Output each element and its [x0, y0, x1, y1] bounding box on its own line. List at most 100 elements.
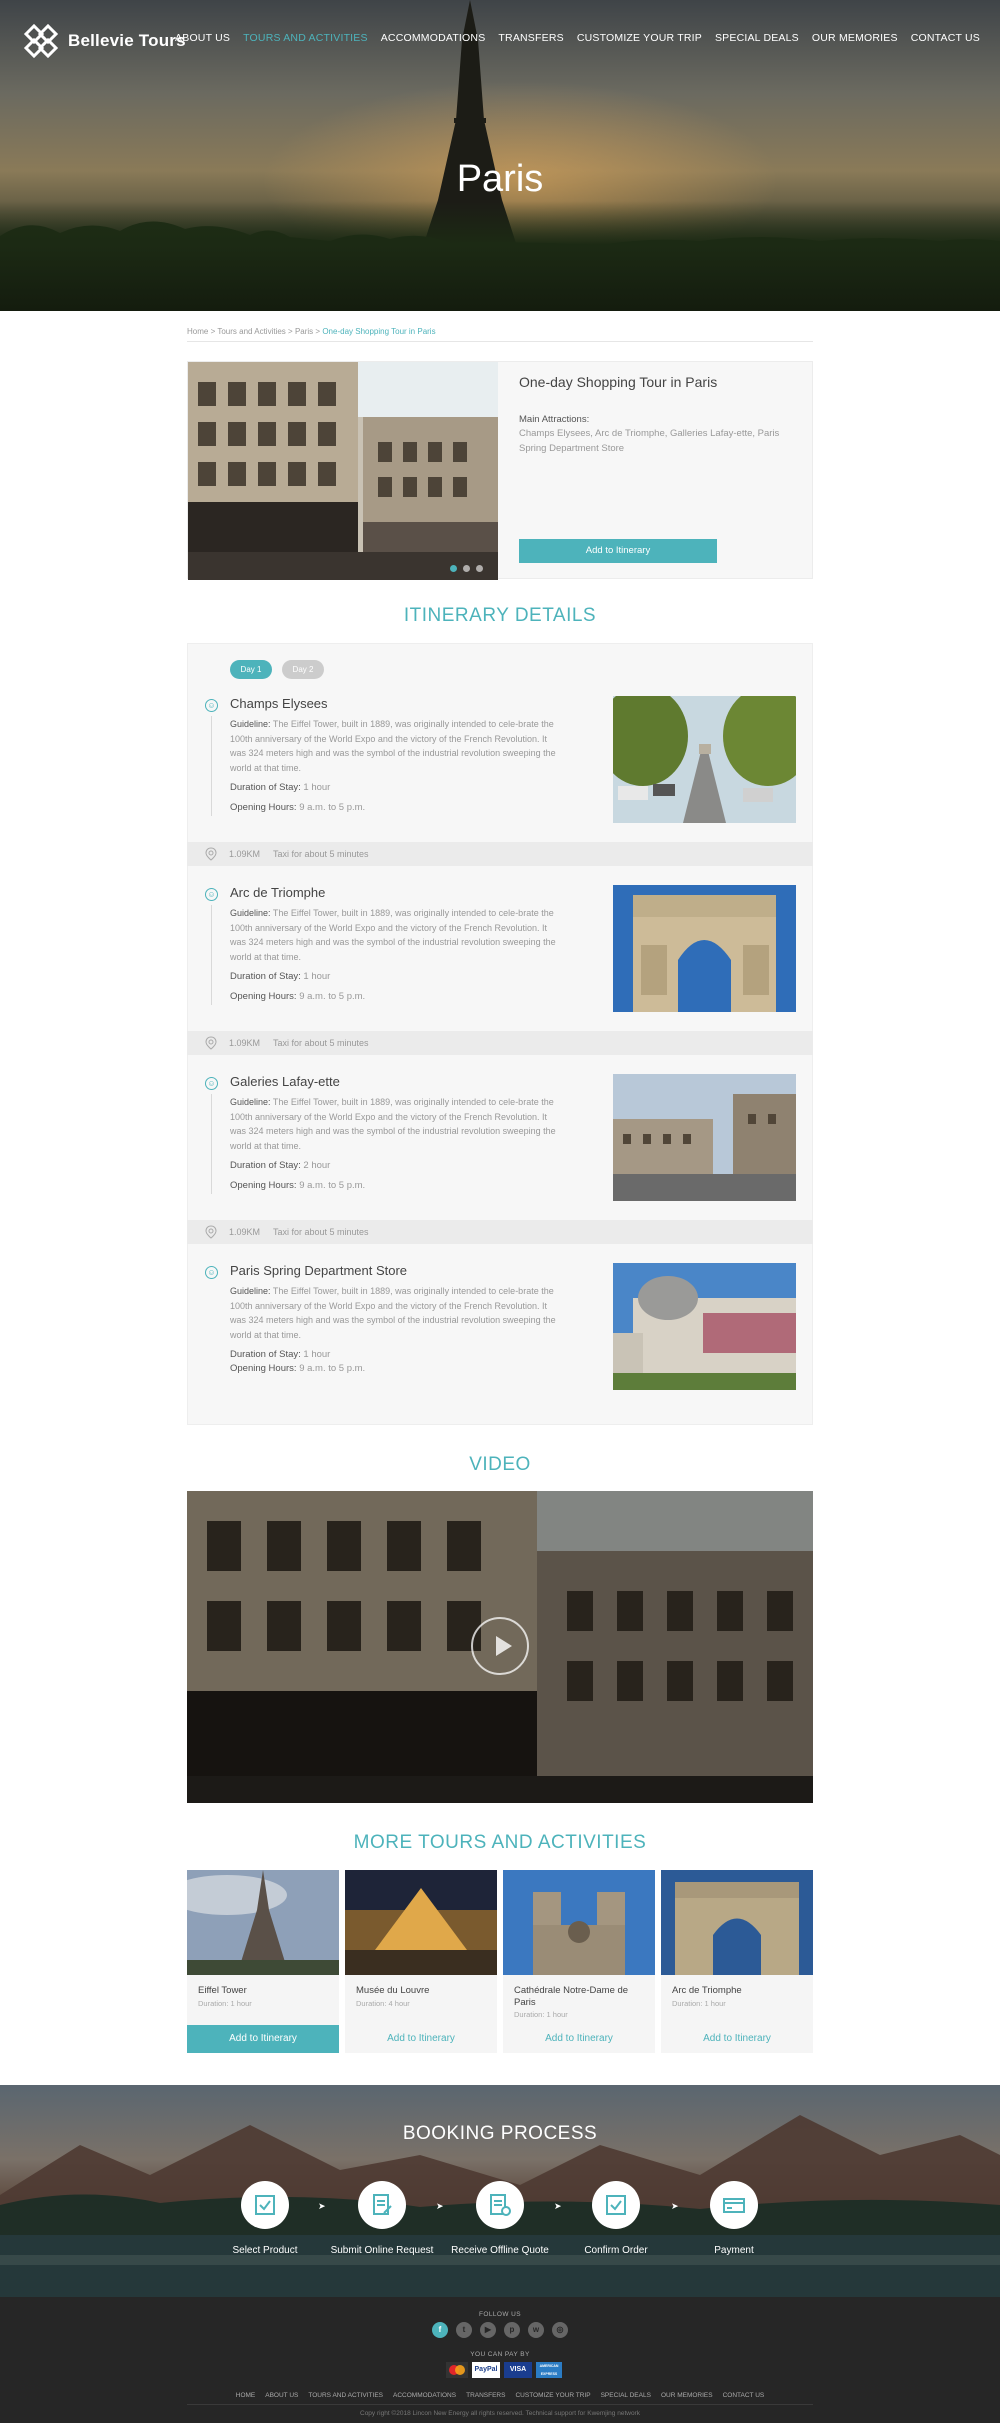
footer-nav: HOME ABOUT US TOURS AND ACTIVITIES ACCOM… [0, 2392, 1000, 2399]
carousel-dot[interactable] [450, 565, 457, 572]
duration-label: Duration of Stay: [230, 1349, 301, 1360]
person-icon: ☺ [205, 1077, 218, 1090]
add-to-itinerary-button[interactable]: Add to Itinerary [345, 2025, 497, 2053]
footer-link-about-us[interactable]: ABOUT US [265, 2392, 298, 2399]
product-photo-carousel[interactable] [188, 362, 498, 580]
guideline-label: Guideline: [230, 908, 271, 918]
stop-guideline: Guideline: The Eiffel Tower, built in 18… [230, 906, 565, 964]
tour-photo [503, 1870, 655, 1975]
location-pin-icon [205, 1225, 217, 1239]
nav-about-us[interactable]: ABOUT US [175, 32, 230, 44]
footer-link-accommodations[interactable]: ACCOMMODATIONS [393, 2392, 456, 2399]
nav-accommodations[interactable]: ACCOMMODATIONS [381, 32, 486, 44]
product-card: One-day Shopping Tour in Paris Main Attr… [187, 361, 813, 580]
breadcrumb-tours[interactable]: Tours and Activities [217, 327, 285, 336]
site-logo[interactable]: Bellevie Tours [22, 22, 186, 60]
transit-row: 1.09KM Taxi for about 5 minutes [187, 842, 813, 866]
guideline-label: Guideline: [230, 1286, 271, 1296]
video-player[interactable] [187, 1491, 813, 1803]
tour-card[interactable]: Eiffel Tower Duration: 1 hour Add to Iti… [187, 1870, 339, 2053]
tour-duration: Duration: 1 hour [198, 1999, 252, 2008]
tab-day-1[interactable]: Day 1 [230, 660, 272, 679]
duration-label: Duration of Stay: [230, 971, 301, 982]
street-photo [188, 362, 498, 580]
twitter-icon[interactable]: t [456, 2322, 472, 2338]
footer-link-tours[interactable]: TOURS AND ACTIVITIES [308, 2392, 383, 2399]
duration-label: Duration of Stay: [230, 1160, 301, 1171]
logo-text: Bellevie Tours [68, 31, 186, 50]
facebook-icon[interactable]: f [432, 2322, 448, 2338]
add-to-itinerary-button[interactable]: Add to Itinerary [661, 2025, 813, 2053]
tab-day-2[interactable]: Day 2 [282, 660, 324, 679]
breadcrumb-separator: > [315, 327, 321, 336]
paypal-icon: PayPal [472, 2362, 500, 2378]
location-pin-icon [205, 1036, 217, 1050]
tour-duration: Duration: 1 hour [514, 2010, 568, 2019]
booking-step: Select Product [205, 2181, 325, 2256]
hours-value: 9 a.m. to 5 p.m. [299, 1180, 366, 1191]
nav-special-deals[interactable]: SPECIAL DEALS [715, 32, 799, 44]
duration-value: 1 hour [303, 782, 331, 793]
guideline-label: Guideline: [230, 1097, 271, 1107]
nav-tours-and-activities[interactable]: TOURS AND ACTIVITIES [243, 32, 368, 44]
booking-step: Submit Online Request [322, 2181, 442, 2256]
carousel-dot[interactable] [476, 565, 483, 572]
add-to-itinerary-button[interactable]: Add to Itinerary [519, 539, 717, 563]
tour-name: Cathédrale Notre-Dame de Paris [514, 1985, 629, 2008]
stop-name: Paris Spring Department Store [230, 1263, 408, 1278]
tour-card[interactable]: Arc de Triomphe Duration: 1 hour Add to … [661, 1870, 813, 2053]
nav-our-memories[interactable]: OUR MEMORIES [812, 32, 898, 44]
breadcrumb-separator: > [210, 327, 216, 336]
youtube-icon[interactable]: ▶ [480, 2322, 496, 2338]
itinerary-stop: ☺ Champs Elysees Guideline: The Eiffel T… [188, 696, 814, 866]
stop-photo [613, 696, 796, 823]
tour-card[interactable]: Cathédrale Notre-Dame de Paris Duration:… [503, 1870, 655, 2053]
footer-link-customize[interactable]: CUSTOMIZE YOUR TRIP [515, 2392, 590, 2399]
payment-methods: PayPal VISA AMERICAN EXPRESS [446, 2362, 562, 2378]
wechat-icon[interactable]: w [528, 2322, 544, 2338]
footer-link-transfers[interactable]: TRANSFERS [466, 2392, 505, 2399]
footer-link-special-deals[interactable]: SPECIAL DEALS [601, 2392, 651, 2399]
add-to-itinerary-button[interactable]: Add to Itinerary [187, 2025, 339, 2053]
carousel-dot[interactable] [463, 565, 470, 572]
pinterest-icon[interactable]: p [504, 2322, 520, 2338]
footer-link-memories[interactable]: OUR MEMORIES [661, 2392, 713, 2399]
tour-card[interactable]: Musée du Louvre Duration: 4 hour Add to … [345, 1870, 497, 2053]
add-to-itinerary-button[interactable]: Add to Itinerary [503, 2025, 655, 2053]
stop-photo [613, 885, 796, 1012]
transit-row: 1.09KM Taxi for about 5 minutes [187, 1031, 813, 1055]
hours-value: 9 a.m. to 5 p.m. [299, 991, 366, 1002]
transit-note: Taxi for about 5 minutes [273, 1227, 369, 1237]
duration-value: 1 hour [303, 1349, 331, 1360]
itinerary-stop: ☺ Galeries Lafay-ette Guideline: The Eif… [188, 1074, 814, 1244]
nav-contact-us[interactable]: CONTACT US [911, 32, 980, 44]
logo-icon [23, 23, 59, 59]
footer-link-contact[interactable]: CONTACT US [723, 2392, 765, 2399]
stop-hours: Opening Hours: 9 a.m. to 5 p.m. [230, 1180, 365, 1191]
visa-icon: VISA [504, 2362, 532, 2378]
stop-duration: Duration of Stay: 1 hour [230, 1349, 330, 1360]
breadcrumb-home[interactable]: Home [187, 327, 208, 336]
play-icon[interactable] [471, 1617, 529, 1675]
submit-request-icon [358, 2181, 406, 2229]
nav-customize-your-trip[interactable]: CUSTOMIZE YOUR TRIP [577, 32, 702, 44]
stop-duration: Duration of Stay: 1 hour [230, 782, 330, 793]
hours-label: Opening Hours: [230, 1363, 297, 1374]
footer-link-home[interactable]: HOME [236, 2392, 256, 2399]
timeline-line [211, 1094, 212, 1194]
itinerary-stop: ☺ Arc de Triomphe Guideline: The Eiffel … [188, 885, 814, 1055]
nav-transfers[interactable]: TRANSFERS [498, 32, 563, 44]
person-icon: ☺ [205, 699, 218, 712]
tour-name: Eiffel Tower [198, 1985, 247, 1996]
copyright: Copy right ©2018 Lincon New Energy all r… [360, 2410, 640, 2417]
step-label: Select Product [232, 2245, 298, 2256]
weibo-icon[interactable]: ◎ [552, 2322, 568, 2338]
more-tours-title: MORE TOURS AND ACTIVITIES [353, 1832, 647, 1853]
stop-guideline: Guideline: The Eiffel Tower, built in 18… [230, 717, 565, 775]
breadcrumb-paris[interactable]: Paris [295, 327, 313, 336]
tour-photo [187, 1870, 339, 1975]
stop-guideline: Guideline: The Eiffel Tower, built in 18… [230, 1284, 565, 1342]
guideline-text: The Eiffel Tower, built in 1889, was ori… [230, 908, 556, 962]
tours-grid: Eiffel Tower Duration: 1 hour Add to Iti… [187, 1870, 813, 2053]
duration-label: Duration of Stay: [230, 782, 301, 793]
